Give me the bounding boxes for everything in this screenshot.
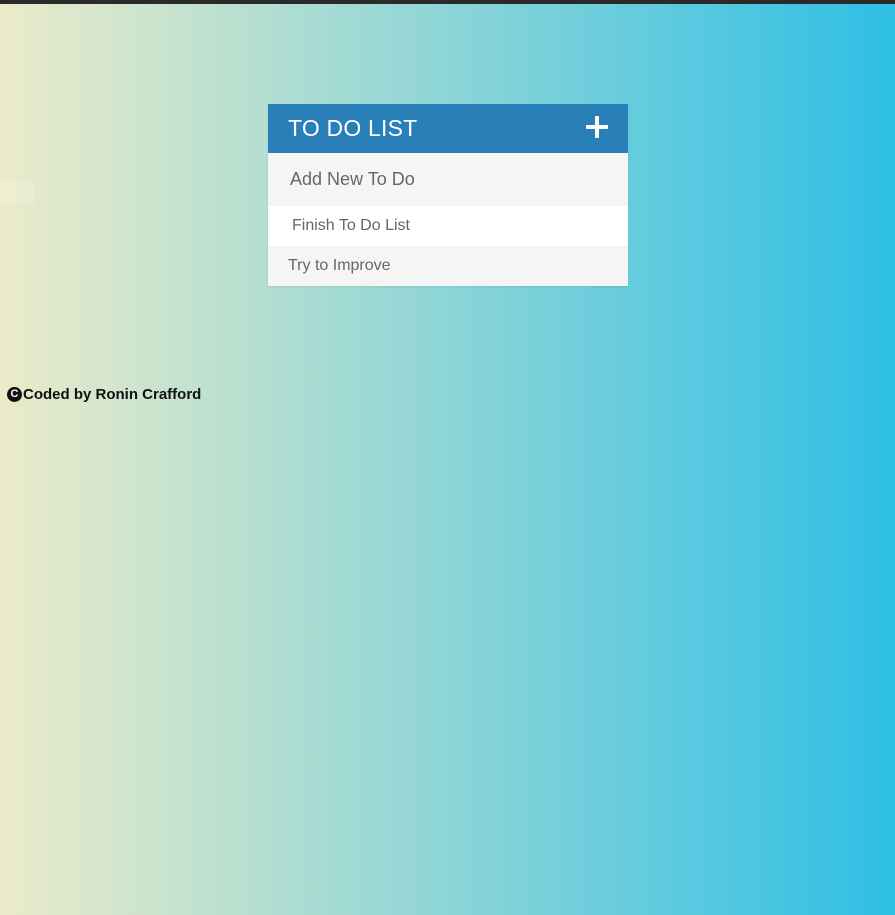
credit-text: Coded by Ronin Crafford <box>23 386 202 403</box>
new-todo-input[interactable] <box>268 153 628 206</box>
todo-header: TO DO LIST <box>268 104 628 153</box>
todo-list: Finish To Do List Try to Improve <box>268 206 628 286</box>
copyright-icon: C <box>7 387 22 402</box>
plus-icon[interactable] <box>586 115 608 138</box>
footer-credit: C Coded by Ronin Crafford <box>7 386 201 403</box>
window-top-bar <box>0 0 895 4</box>
page-title: TO DO LIST <box>288 115 418 141</box>
todo-item[interactable]: Try to Improve <box>268 246 628 286</box>
collapsed-side-element <box>0 181 34 204</box>
todo-container: TO DO LIST Finish To Do List Try to Impr… <box>268 104 628 286</box>
todo-item[interactable]: Finish To Do List <box>268 206 628 246</box>
